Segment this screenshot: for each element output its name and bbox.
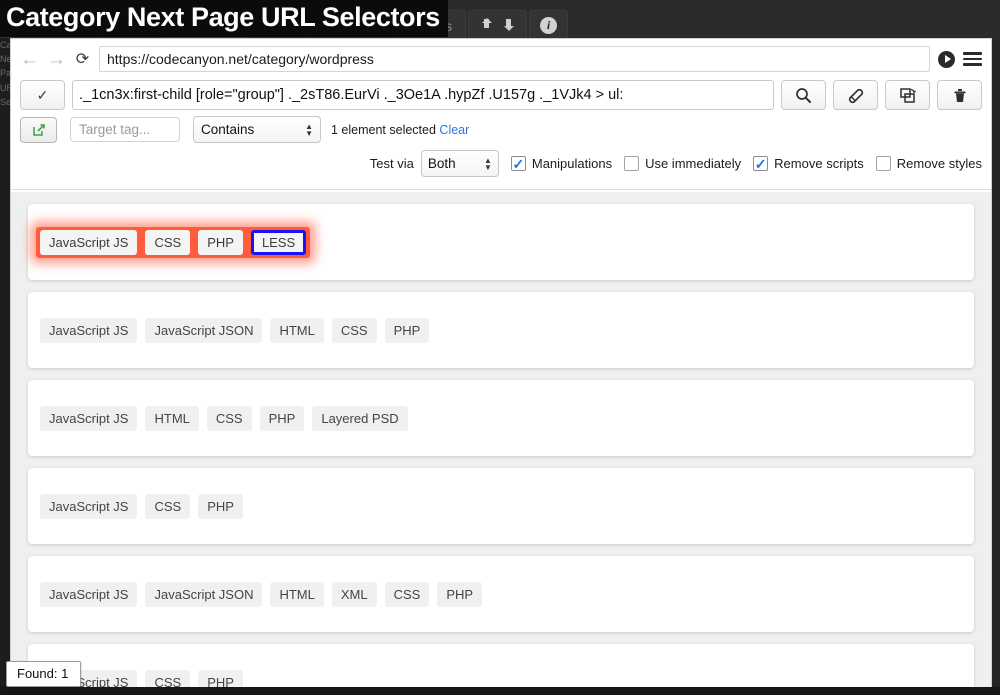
tag-chip[interactable]: CSS xyxy=(206,405,252,431)
checkbox-use-immediately[interactable]: Use immediately xyxy=(624,156,741,171)
highlighted-band: JavaScript JS CSS PHP LESS xyxy=(36,226,311,258)
selector-row: ✓ ._1cn3x:first-child [role="group"] ._2… xyxy=(11,76,991,110)
checkbox-label: Remove scripts xyxy=(774,156,864,171)
delete-button[interactable] xyxy=(937,80,982,110)
tag-chip[interactable]: CSS xyxy=(145,229,191,255)
external-link-icon xyxy=(32,123,45,136)
clear-selection-link[interactable]: Clear xyxy=(439,123,469,137)
forward-icon[interactable]: → xyxy=(47,50,66,69)
back-icon[interactable]: ← xyxy=(20,50,39,69)
tag-chip[interactable]: JavaScript JS xyxy=(40,405,138,431)
tag-chip[interactable]: HTML xyxy=(145,405,199,431)
tag-list: JavaScript JS JavaScript JSON HTML CSS P… xyxy=(40,317,430,343)
pick-element-button[interactable] xyxy=(781,80,826,110)
target-tag-input[interactable]: Target tag... xyxy=(70,117,180,142)
hamburger-icon[interactable] xyxy=(963,52,982,66)
tag-chip[interactable]: PHP xyxy=(384,317,430,343)
tag-chip[interactable]: XML xyxy=(331,581,377,607)
app-tab-info[interactable]: i xyxy=(529,10,569,40)
checkbox-input[interactable] xyxy=(753,156,769,171)
duplicate-button[interactable] xyxy=(885,80,930,110)
screenshot-root: Dashboard Main Category Post Templates N… xyxy=(0,0,1000,695)
upload-icon[interactable] xyxy=(479,18,494,33)
tag-chip[interactable]: Layered PSD xyxy=(312,405,408,431)
tag-chip[interactable]: PHP xyxy=(259,405,305,431)
erase-button[interactable] xyxy=(833,80,878,110)
tag-list: JavaScript JS CSS PHP xyxy=(40,493,243,519)
test-via-label: Test via xyxy=(369,156,414,171)
stepper-icon: ▲ ▼ xyxy=(305,121,313,138)
panel-divider xyxy=(11,189,991,190)
selector-tool-panel: ← → ⟳ https://codecanyon.net/category/wo… xyxy=(10,38,992,695)
tag-chip[interactable]: PHP xyxy=(198,493,243,519)
results-scroll-area[interactable]: JavaScript JS CSS PHP LESS JavaScript JS… xyxy=(11,192,991,694)
checkbox-input[interactable] xyxy=(624,156,640,171)
left-strip-text: Category Next Page URL Selectors xyxy=(0,40,10,107)
checkbox-label: Remove styles xyxy=(896,156,982,171)
checkbox-remove-styles[interactable]: Remove styles xyxy=(875,156,982,171)
checkbox-manipulations[interactable]: Manipulations xyxy=(510,156,613,171)
tag-chip[interactable]: PHP xyxy=(198,229,243,255)
tag-chip[interactable]: JavaScript JS xyxy=(40,493,138,519)
table-row[interactable]: JavaScript JS HTML CSS PHP Layered PSD xyxy=(28,380,974,456)
browser-nav-row: ← → ⟳ https://codecanyon.net/category/wo… xyxy=(11,42,991,76)
match-mode-select[interactable]: Contains ▲ ▼ xyxy=(193,116,321,143)
table-row[interactable]: JavaScript JS CSS PHP xyxy=(28,468,974,544)
checkbox-label: Manipulations xyxy=(531,156,613,171)
table-row[interactable]: JavaScript JS JavaScript JSON HTML CSS P… xyxy=(28,292,974,368)
tag-chip[interactable]: JavaScript JSON xyxy=(145,581,263,607)
checkbox-label: Use immediately xyxy=(645,156,742,171)
selection-status-group: 1 element selected Clear xyxy=(331,123,469,137)
tag-chip[interactable]: JavaScript JS xyxy=(40,229,138,255)
tag-chip[interactable]: JavaScript JS xyxy=(40,581,138,607)
copy-icon xyxy=(899,87,916,103)
selection-status: 1 element selected xyxy=(331,122,436,137)
table-row[interactable]: JavaScript JS JavaScript JSON HTML XML C… xyxy=(28,556,974,632)
url-input[interactable]: https://codecanyon.net/category/wordpres… xyxy=(99,46,930,72)
selector-text: ._1cn3x:first-child [role="group"] ._2sT… xyxy=(79,87,624,103)
tag-chip[interactable]: CSS xyxy=(384,581,430,607)
eraser-icon xyxy=(848,88,863,103)
app-tab-import-export[interactable] xyxy=(468,10,528,40)
tag-chip[interactable]: HTML xyxy=(270,317,324,343)
magnifier-icon xyxy=(796,87,811,103)
bottom-dark-strip xyxy=(0,687,1000,695)
tag-chip[interactable]: JavaScript JS xyxy=(40,317,138,343)
target-tag-placeholder: Target tag... xyxy=(79,122,151,137)
tag-chip[interactable]: JavaScript JSON xyxy=(145,317,263,343)
tag-chip[interactable]: CSS xyxy=(145,493,191,519)
checkbox-remove-scripts[interactable]: Remove scripts xyxy=(753,156,864,171)
apply-selector-button[interactable]: ✓ xyxy=(20,80,65,110)
checkbox-input[interactable] xyxy=(510,156,526,171)
test-options-row: Test via Both ▲▼ Manipulations Use immed… xyxy=(11,143,991,177)
open-external-button[interactable] xyxy=(20,116,57,143)
checkbox-input[interactable] xyxy=(875,156,891,171)
status-badge: Found: 1 xyxy=(6,661,82,687)
download-icon[interactable] xyxy=(501,18,516,33)
trash-icon xyxy=(954,88,965,102)
tag-chip[interactable]: CSS xyxy=(331,317,377,343)
info-icon[interactable]: i xyxy=(540,17,558,34)
play-icon[interactable] xyxy=(938,50,955,68)
selector-input[interactable]: ._1cn3x:first-child [role="group"] ._2sT… xyxy=(72,80,774,110)
filter-row: Target tag... Contains ▲ ▼ 1 element sele… xyxy=(11,110,991,143)
left-edge-strip: Category Next Page URL Selectors xyxy=(0,38,10,695)
target-tag-chip[interactable]: LESS xyxy=(250,229,307,255)
test-via-select[interactable]: Both ▲ ▼ xyxy=(420,150,499,177)
match-mode-value: Contains xyxy=(201,122,255,137)
tag-list: JavaScript JS JavaScript JSON HTML XML C… xyxy=(40,581,483,607)
table-row[interactable]: JavaScript JS CSS PHP LESS xyxy=(28,204,974,280)
reload-icon[interactable]: ⟳ xyxy=(74,51,91,68)
tag-chip[interactable]: PHP xyxy=(437,581,483,607)
tag-chip[interactable]: HTML xyxy=(270,581,324,607)
tag-list: JavaScript JS HTML CSS PHP Layered PSD xyxy=(40,405,408,431)
url-text: https://codecanyon.net/category/wordpres… xyxy=(107,51,374,67)
stepper-icon: ▲ ▼ xyxy=(483,155,492,172)
page-title: Category Next Page URL Selectors xyxy=(0,0,448,37)
test-via-value: Both xyxy=(427,156,456,171)
